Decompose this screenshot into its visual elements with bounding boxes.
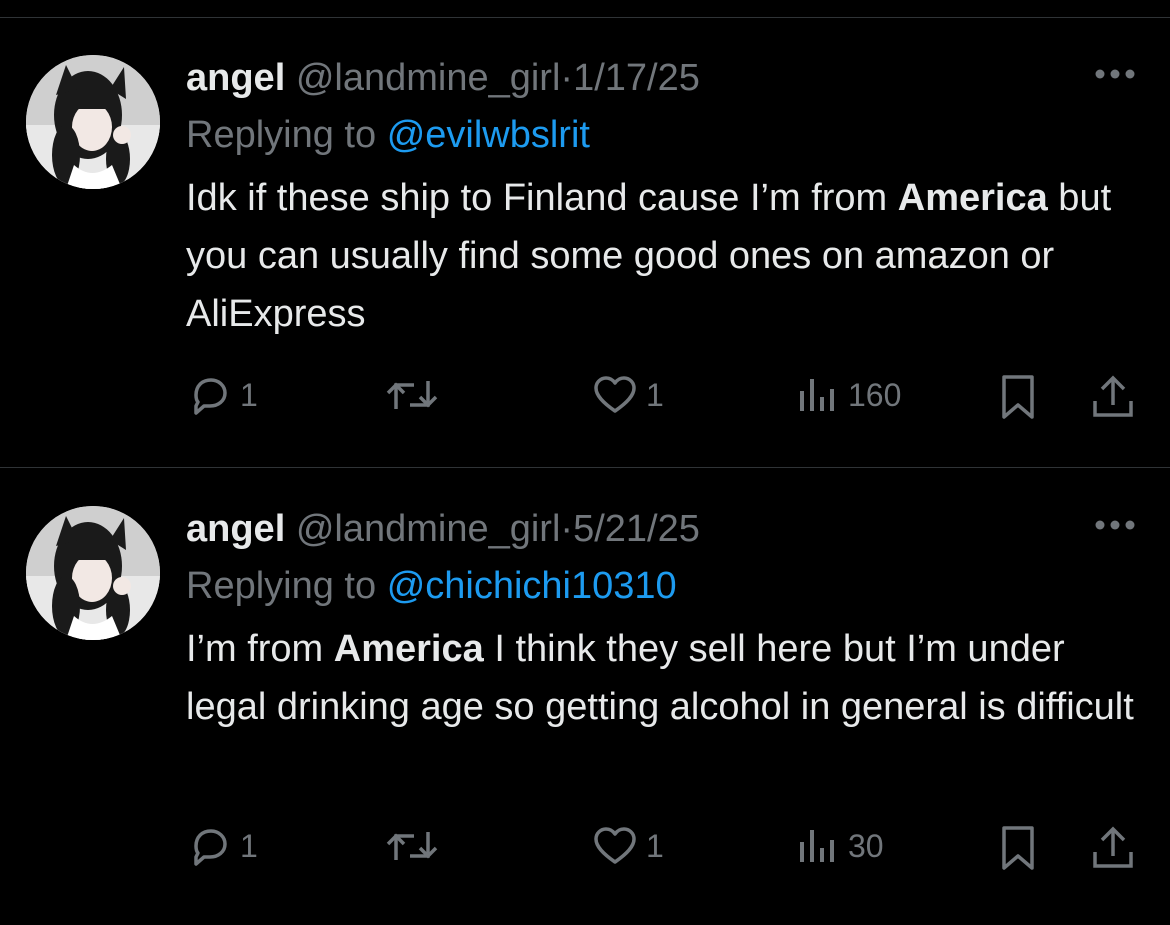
repost-button[interactable] bbox=[384, 824, 440, 868]
tweet[interactable]: angel @landmine_girl·5/21/25 Replying to… bbox=[0, 506, 1170, 916]
replying-prefix: Replying to bbox=[186, 114, 377, 156]
views-button[interactable]: 160 bbox=[796, 373, 901, 417]
tweet-header: angel @landmine_girl·5/21/25 bbox=[186, 506, 700, 552]
user-handle[interactable]: @landmine_girl bbox=[296, 57, 561, 99]
mention-link[interactable]: @evilwbslrit bbox=[387, 114, 590, 156]
replying-to: Replying to @evilwbslrit bbox=[186, 112, 590, 158]
reply-count: 1 bbox=[240, 827, 258, 864]
avatar[interactable] bbox=[26, 55, 160, 189]
separator: · bbox=[560, 508, 574, 550]
like-icon bbox=[594, 376, 636, 413]
repost-icon bbox=[386, 832, 438, 860]
text-part: Idk if these ship to Finland cause I’m f… bbox=[186, 177, 898, 219]
tweet[interactable]: angel @landmine_girl·1/17/25 Replying to… bbox=[0, 55, 1170, 465]
mention-link[interactable]: @chichichi10310 bbox=[387, 565, 677, 607]
share-icon bbox=[1093, 375, 1133, 417]
display-name[interactable]: angel bbox=[186, 57, 285, 99]
text-bold: America bbox=[333, 628, 484, 670]
like-button[interactable]: 1 bbox=[592, 373, 664, 417]
bookmark-icon bbox=[1002, 375, 1034, 419]
tweet-date[interactable]: 5/21/25 bbox=[573, 508, 700, 550]
views-button[interactable]: 30 bbox=[796, 824, 884, 868]
bookmark-button[interactable] bbox=[998, 373, 1038, 421]
like-button[interactable]: 1 bbox=[592, 824, 664, 868]
action-bar: 1 1 30 bbox=[0, 824, 1170, 884]
reply-count: 1 bbox=[240, 376, 258, 413]
views-count: 30 bbox=[848, 827, 884, 864]
like-icon bbox=[594, 827, 636, 864]
display-name[interactable]: angel bbox=[186, 508, 285, 550]
top-divider bbox=[0, 17, 1170, 18]
user-handle[interactable]: @landmine_girl bbox=[296, 508, 561, 550]
like-count: 1 bbox=[646, 827, 664, 864]
repost-button[interactable] bbox=[384, 373, 440, 417]
repost-icon bbox=[386, 381, 438, 409]
reply-icon bbox=[194, 829, 227, 866]
share-button[interactable] bbox=[1090, 824, 1136, 872]
views-icon bbox=[800, 830, 834, 862]
share-icon bbox=[1093, 826, 1133, 868]
tweet-header: angel @landmine_girl·1/17/25 bbox=[186, 55, 700, 101]
text-part: I’m from bbox=[186, 628, 334, 670]
separator: · bbox=[560, 57, 574, 99]
views-icon bbox=[800, 379, 834, 411]
like-count: 1 bbox=[646, 376, 664, 413]
tweet-divider bbox=[0, 467, 1170, 468]
views-count: 160 bbox=[848, 376, 902, 413]
tweet-text: Idk if these ship to Finland cause I’m f… bbox=[186, 169, 1146, 343]
avatar[interactable] bbox=[26, 506, 160, 640]
replying-to: Replying to @chichichi10310 bbox=[186, 563, 677, 609]
tweet-date[interactable]: 1/17/25 bbox=[573, 57, 700, 99]
more-icon[interactable] bbox=[1094, 67, 1136, 85]
bookmark-button[interactable] bbox=[998, 824, 1038, 872]
more-icon[interactable] bbox=[1094, 518, 1136, 536]
reply-icon bbox=[194, 378, 227, 415]
reply-button[interactable]: 1 bbox=[188, 824, 258, 868]
text-bold: America bbox=[897, 177, 1048, 219]
reply-button[interactable]: 1 bbox=[188, 373, 258, 417]
bookmark-icon bbox=[1002, 826, 1034, 870]
tweet-text: I’m from America I think they sell here … bbox=[186, 620, 1146, 736]
action-bar: 1 1 160 bbox=[0, 373, 1170, 433]
replying-prefix: Replying to bbox=[186, 565, 377, 607]
share-button[interactable] bbox=[1090, 373, 1136, 421]
